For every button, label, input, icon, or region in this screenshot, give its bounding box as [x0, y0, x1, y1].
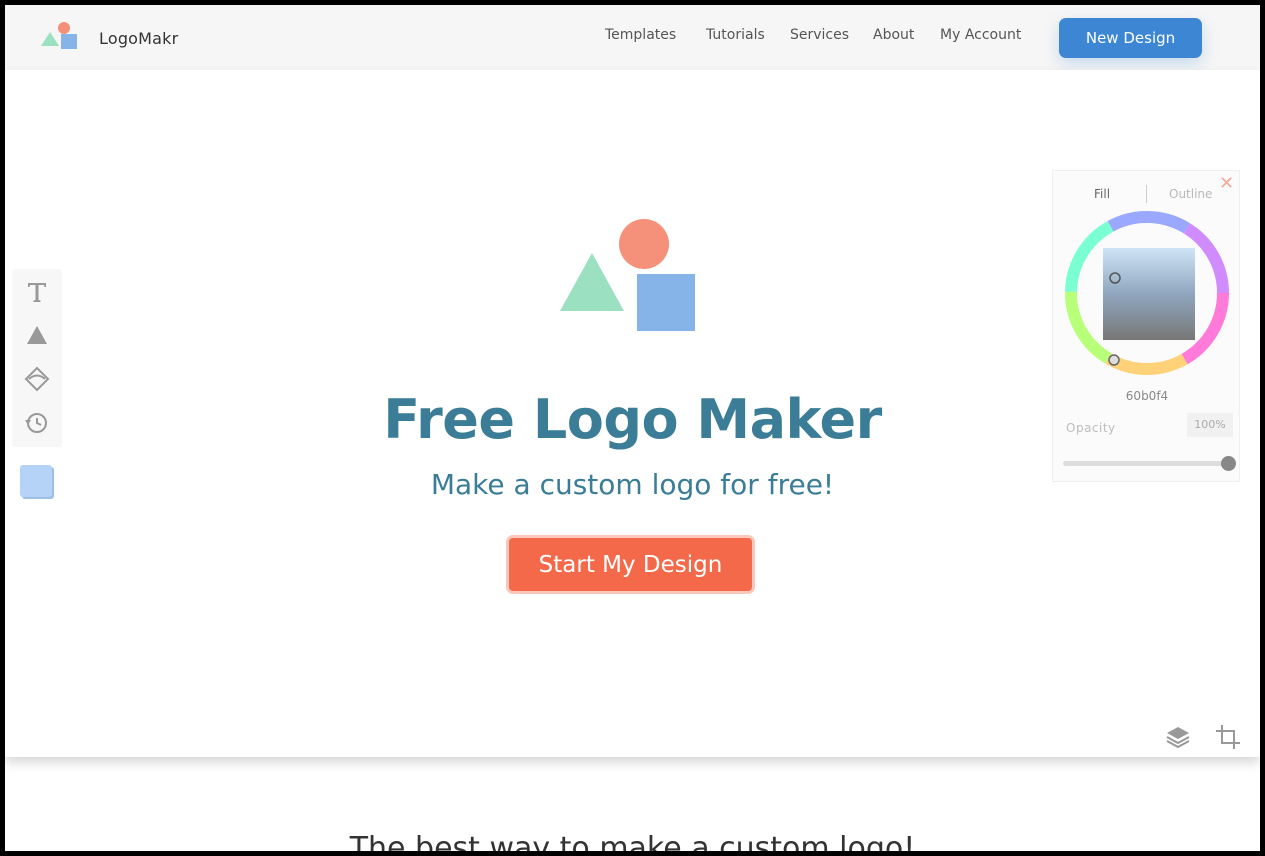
nav-tutorials[interactable]: Tutorials	[706, 27, 765, 43]
tab-fill[interactable]: Fill	[1094, 187, 1110, 201]
design-canvas[interactable]: Free Logo Maker Make a custom logo for f…	[5, 70, 1260, 757]
browser-viewport: LogoMakr Templates Tutorials Services Ab…	[5, 5, 1260, 851]
nav-about[interactable]: About	[873, 27, 914, 43]
tab-divider	[1146, 185, 1147, 203]
new-design-button[interactable]: New Design	[1059, 18, 1202, 58]
nav-templates[interactable]: Templates	[605, 27, 676, 43]
hex-value[interactable]: 60b0f4	[1053, 389, 1241, 403]
shape-icon[interactable]	[23, 321, 51, 349]
below-fold-heading: The best way to make a custom logo!	[349, 831, 916, 851]
brand-logo[interactable]: LogoMakr	[39, 19, 199, 59]
text-icon[interactable]	[23, 278, 51, 306]
brand-shapes-icon	[41, 22, 77, 49]
top-header: LogoMakr Templates Tutorials Services Ab…	[5, 5, 1260, 70]
tab-outline[interactable]: Outline	[1169, 187, 1212, 201]
opacity-input[interactable]: 100%	[1187, 413, 1233, 437]
opacity-slider-thumb[interactable]	[1221, 456, 1236, 471]
crop-icon[interactable]	[1215, 724, 1241, 754]
hue-handle	[1108, 354, 1120, 366]
color-picker-panel: Fill Outline ✕ 60b0f4 Opacity 100%	[1052, 170, 1240, 482]
logo-shapes-illustration[interactable]	[558, 215, 698, 335]
color-wheel[interactable]	[1063, 208, 1231, 378]
nav-my-account[interactable]: My Account	[940, 27, 1021, 43]
brand-name: LogoMakr	[99, 29, 179, 48]
opacity-slider-track[interactable]	[1063, 461, 1231, 466]
close-icon[interactable]: ✕	[1219, 173, 1234, 194]
nav-services[interactable]: Services	[790, 27, 849, 43]
opacity-label: Opacity	[1066, 421, 1116, 435]
start-design-button[interactable]: Start My Design	[506, 535, 755, 594]
layers-icon[interactable]	[1165, 724, 1191, 752]
